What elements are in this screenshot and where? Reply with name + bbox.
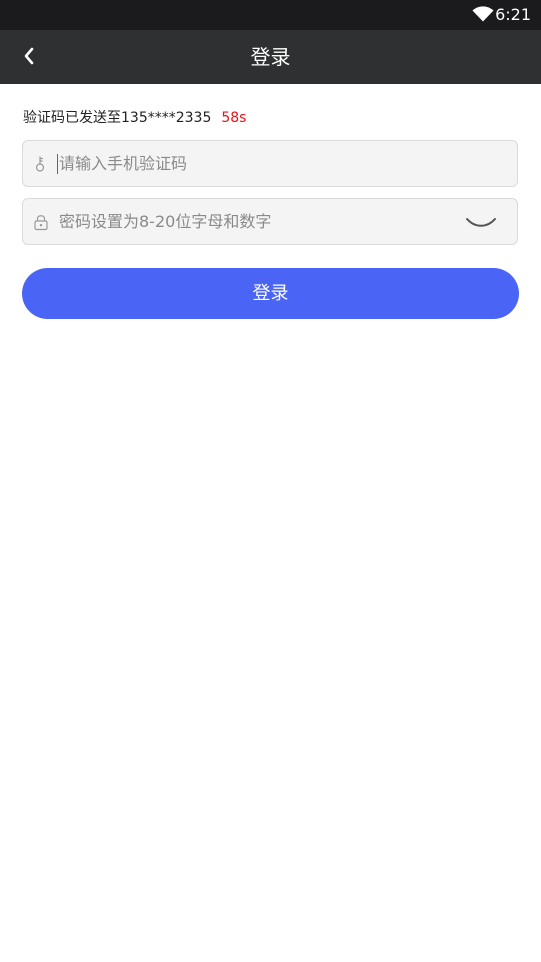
- text-cursor: [57, 154, 58, 174]
- chevron-left-icon: [24, 47, 34, 65]
- status-bar: 6:21: [0, 0, 541, 30]
- verification-sent-text: 验证码已发送至135****2335: [23, 110, 212, 126]
- password-input[interactable]: [59, 199, 469, 244]
- password-field[interactable]: [22, 198, 518, 245]
- eye-closed-icon[interactable]: [465, 213, 497, 231]
- login-button[interactable]: 登录: [22, 268, 519, 319]
- verification-sent-line: 验证码已发送至135****2335 58s: [23, 108, 246, 128]
- back-button[interactable]: [14, 41, 44, 71]
- nav-bar: 登录: [0, 30, 541, 84]
- wifi-icon: [472, 6, 494, 22]
- status-time: 6:21: [495, 5, 531, 24]
- lock-icon: [34, 215, 48, 231]
- page-title: 登录: [250, 45, 291, 69]
- verification-code-field[interactable]: [22, 140, 518, 187]
- key-icon: [35, 156, 45, 172]
- countdown-timer: 58s: [221, 110, 247, 126]
- verification-code-input[interactable]: [59, 141, 469, 186]
